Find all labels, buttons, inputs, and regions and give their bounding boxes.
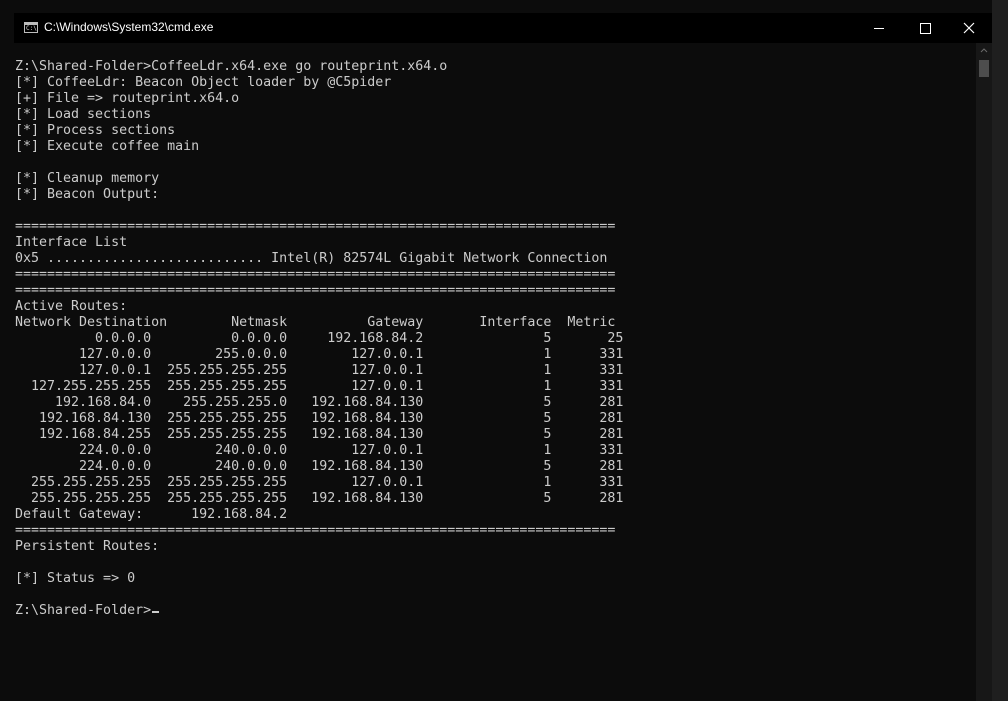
console-line: 127.255.255.255 255.255.255.255 127.0.0.… bbox=[15, 379, 623, 395]
console-line: 255.255.255.255 255.255.255.255 192.168.… bbox=[15, 491, 623, 507]
console-line: 192.168.84.0 255.255.255.0 192.168.84.13… bbox=[15, 395, 623, 411]
console-line: Z:\Shared-Folder>CoffeeLdr.x64.exe go ro… bbox=[15, 59, 623, 75]
console-line: Default Gateway: 192.168.84.2 bbox=[15, 507, 623, 523]
console-line-text: [*] Cleanup memory bbox=[15, 171, 160, 186]
console-line-text: [*] Status => 0 bbox=[15, 571, 136, 586]
console-line-text: 255.255.255.255 255.255.255.255 127.0.0.… bbox=[15, 475, 624, 490]
console-line-text: 255.255.255.255 255.255.255.255 192.168.… bbox=[15, 491, 624, 506]
console-line-text: Persistent Routes: bbox=[15, 539, 160, 554]
title-bar[interactable]: C:\ C:\Windows\System32\cmd.exe bbox=[14, 13, 992, 43]
console-line-text: 192.168.84.0 255.255.255.0 192.168.84.13… bbox=[15, 395, 624, 410]
window-title: C:\Windows\System32\cmd.exe bbox=[44, 20, 214, 34]
console-line-text: Default Gateway: 192.168.84.2 bbox=[15, 507, 288, 522]
console-line-text: Z:\Shared-Folder>CoffeeLdr.x64.exe go ro… bbox=[15, 59, 448, 74]
console-line: 224.0.0.0 240.0.0.0 127.0.0.1 1 331 bbox=[15, 443, 623, 459]
scroll-thumb[interactable] bbox=[979, 60, 989, 77]
close-icon bbox=[963, 22, 975, 34]
console-line-text: ========================================… bbox=[15, 283, 616, 298]
console-line-text: 127.0.0.0 255.0.0.0 127.0.0.1 1 331 bbox=[15, 347, 624, 362]
console-line: 255.255.255.255 255.255.255.255 127.0.0.… bbox=[15, 475, 623, 491]
text-cursor bbox=[152, 611, 160, 613]
console-line: [*] Cleanup memory bbox=[15, 171, 623, 187]
console-line: 0.0.0.0 0.0.0.0 192.168.84.2 5 25 bbox=[15, 331, 623, 347]
console-line-text: Interface List bbox=[15, 235, 128, 250]
console-line: Network Destination Netmask Gateway Inte… bbox=[15, 315, 623, 331]
console-line: [*] Load sections bbox=[15, 107, 623, 123]
cmd-icon-glyph: C:\ bbox=[26, 25, 37, 32]
console-line: Interface List bbox=[15, 235, 623, 251]
scroll-up-arrow-icon bbox=[980, 48, 988, 53]
console-line-text: [*] Load sections bbox=[15, 107, 152, 122]
console-line-text: ========================================… bbox=[15, 267, 616, 282]
console-line: ========================================… bbox=[15, 283, 623, 299]
console-line-text: [*] Process sections bbox=[15, 123, 176, 138]
console-line: ========================================… bbox=[15, 523, 623, 539]
scroll-up-button[interactable] bbox=[976, 43, 992, 59]
console-line-text: Z:\Shared-Folder> bbox=[15, 603, 152, 618]
console-output: Z:\Shared-Folder>CoffeeLdr.x64.exe go ro… bbox=[15, 59, 623, 619]
console-line: 192.168.84.255 255.255.255.255 192.168.8… bbox=[15, 427, 623, 443]
console-line: 127.0.0.0 255.0.0.0 127.0.0.1 1 331 bbox=[15, 347, 623, 363]
vertical-scrollbar[interactable] bbox=[976, 43, 992, 701]
console-line-text: [*] CoffeeLdr: Beacon Object loader by @… bbox=[15, 75, 392, 90]
minimize-icon bbox=[874, 27, 884, 29]
console-line-text: 127.255.255.255 255.255.255.255 127.0.0.… bbox=[15, 379, 624, 394]
console-line: 192.168.84.130 255.255.255.255 192.168.8… bbox=[15, 411, 623, 427]
close-button[interactable] bbox=[946, 13, 992, 43]
console-line-text: [*] Execute coffee main bbox=[15, 139, 200, 154]
console-line-text: 224.0.0.0 240.0.0.0 127.0.0.1 1 331 bbox=[15, 443, 624, 458]
console-line-text: ========================================… bbox=[15, 219, 616, 234]
console-area[interactable]: Z:\Shared-Folder>CoffeeLdr.x64.exe go ro… bbox=[14, 43, 976, 701]
console-line: [*] Execute coffee main bbox=[15, 139, 623, 155]
minimize-button[interactable] bbox=[856, 13, 902, 43]
console-line: [*] Process sections bbox=[15, 123, 623, 139]
console-line-text: 192.168.84.130 255.255.255.255 192.168.8… bbox=[15, 411, 624, 426]
maximize-button[interactable] bbox=[902, 13, 948, 43]
console-line-text: 0.0.0.0 0.0.0.0 192.168.84.2 5 25 bbox=[15, 331, 624, 346]
console-line-text: Active Routes: bbox=[15, 299, 128, 314]
console-line-text: 224.0.0.0 240.0.0.0 192.168.84.130 5 281 bbox=[15, 459, 624, 474]
console-line: Active Routes: bbox=[15, 299, 623, 315]
window-frame-right bbox=[992, 0, 1008, 701]
console-line-text: Network Destination Netmask Gateway Inte… bbox=[15, 315, 616, 330]
console-line-text: 0x5 ........................... Intel(R)… bbox=[15, 251, 608, 266]
cmd-icon[interactable]: C:\ bbox=[24, 22, 38, 33]
console-line-text: 192.168.84.255 255.255.255.255 192.168.8… bbox=[15, 427, 624, 442]
console-line: 0x5 ........................... Intel(R)… bbox=[15, 251, 623, 267]
console-line-text: [*] Beacon Output: bbox=[15, 187, 160, 202]
console-line: [*] Beacon Output: bbox=[15, 187, 623, 203]
cmd-window: C:\ C:\Windows\System32\cmd.exe Z:\Share… bbox=[0, 0, 1008, 701]
console-line-text: [+] File => routeprint.x64.o bbox=[15, 91, 240, 106]
console-line-text: ========================================… bbox=[15, 523, 616, 538]
console-line: [+] File => routeprint.x64.o bbox=[15, 91, 623, 107]
console-line: ========================================… bbox=[15, 219, 623, 235]
console-line: 224.0.0.0 240.0.0.0 192.168.84.130 5 281 bbox=[15, 459, 623, 475]
console-line: 127.0.0.1 255.255.255.255 127.0.0.1 1 33… bbox=[15, 363, 623, 379]
maximize-icon bbox=[919, 22, 931, 34]
console-line: Z:\Shared-Folder> bbox=[15, 603, 623, 619]
console-line: ========================================… bbox=[15, 267, 623, 283]
console-line: [*] CoffeeLdr: Beacon Object loader by @… bbox=[15, 75, 623, 91]
console-line: [*] Status => 0 bbox=[15, 571, 623, 587]
console-line: Persistent Routes: bbox=[15, 539, 623, 555]
console-line-text: 127.0.0.1 255.255.255.255 127.0.0.1 1 33… bbox=[15, 363, 624, 378]
